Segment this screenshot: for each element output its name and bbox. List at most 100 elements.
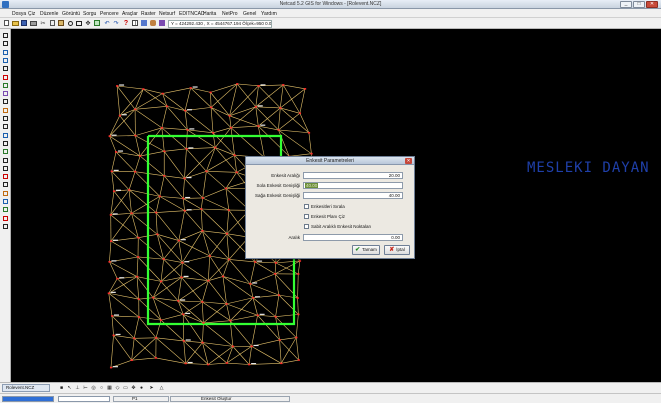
menu-item[interactable]: Harita xyxy=(203,11,216,17)
undo-icon[interactable]: ↶ xyxy=(103,19,111,27)
new-file-icon[interactable] xyxy=(2,19,10,27)
triangle-icon[interactable]: △ xyxy=(158,385,165,392)
menu-item[interactable]: Araçlar xyxy=(122,11,138,17)
database-icon[interactable] xyxy=(149,19,157,27)
grid-icon[interactable] xyxy=(131,19,139,27)
circle-tool-icon[interactable] xyxy=(1,57,10,64)
break-icon[interactable] xyxy=(1,173,10,180)
rectangle-icon[interactable]: ▭ xyxy=(122,385,129,392)
menu-item[interactable]: EDITNCAD xyxy=(179,11,205,17)
menu-item[interactable]: Çiz xyxy=(28,11,35,17)
snap-icon[interactable]: ⊥ xyxy=(74,385,81,392)
menu-item[interactable]: Netsurf xyxy=(159,11,175,17)
dialog-close-button[interactable]: ✕ xyxy=(405,158,412,164)
join-icon[interactable] xyxy=(1,181,10,188)
aralik-input[interactable]: 0.00 xyxy=(303,234,403,241)
paste-icon[interactable] xyxy=(57,19,65,27)
save-icon[interactable] xyxy=(20,19,28,27)
pan-icon[interactable]: ✥ xyxy=(84,19,92,27)
layer-icon[interactable] xyxy=(140,19,148,27)
minimize-button[interactable]: _ xyxy=(620,1,632,8)
zoom-icon[interactable] xyxy=(66,19,74,27)
trim-icon[interactable] xyxy=(1,115,10,122)
help-icon[interactable]: ? xyxy=(122,19,130,27)
arrow-icon[interactable]: ➤ xyxy=(148,385,155,392)
pointer-icon[interactable]: ↖ xyxy=(66,385,73,392)
menu-item[interactable]: Dosya xyxy=(12,11,26,17)
line-icon[interactable] xyxy=(1,32,10,39)
ok-button[interactable]: ✔ Tamam xyxy=(352,245,380,255)
rotate-icon[interactable] xyxy=(1,132,10,139)
erase-icon[interactable] xyxy=(1,215,10,222)
checkbox-box[interactable] xyxy=(304,214,309,220)
sabit-aralikli-checkbox[interactable]: Sabit Aralıklı Enkesit Noktaları xyxy=(304,224,371,231)
checkbox-box[interactable] xyxy=(304,204,309,210)
hatch-icon[interactable] xyxy=(1,90,10,97)
area-icon[interactable] xyxy=(1,206,10,213)
enkesit-plani-checkbox[interactable]: Enkesit Planı Çiz xyxy=(304,214,345,221)
point-label xyxy=(119,84,125,86)
menu-item[interactable]: Genel xyxy=(243,11,256,17)
sola-genislik-input[interactable]: 40.00 xyxy=(303,182,403,189)
zoom-window-icon[interactable] xyxy=(75,19,83,27)
print-icon[interactable] xyxy=(29,19,37,27)
copy-icon[interactable] xyxy=(48,19,56,27)
menu-item[interactable]: Görüntü xyxy=(62,11,80,17)
grid-snap-icon[interactable]: ▦ xyxy=(106,385,113,392)
target-icon[interactable]: ◎ xyxy=(90,385,97,392)
survey-point xyxy=(228,115,231,117)
open-folder-icon[interactable] xyxy=(11,19,19,27)
cut-icon[interactable]: ✂ xyxy=(39,19,47,27)
text-icon[interactable] xyxy=(1,65,10,72)
explode-icon-glyph xyxy=(3,190,8,196)
menu-item[interactable]: Raster xyxy=(141,11,156,17)
cross-icon: ✘ xyxy=(389,247,395,253)
enkesit-araligi-input[interactable]: 20.00 xyxy=(303,172,403,179)
offset-icon[interactable] xyxy=(1,107,10,114)
properties-icon[interactable] xyxy=(158,19,166,27)
ortho-icon[interactable]: ⊢ xyxy=(82,385,89,392)
mirror-icon[interactable] xyxy=(1,148,10,155)
survey-point xyxy=(201,341,204,344)
scale-icon[interactable] xyxy=(1,140,10,147)
select-icon[interactable] xyxy=(1,223,10,230)
fillet-icon[interactable] xyxy=(1,165,10,172)
menu-item[interactable]: Düzenle xyxy=(40,11,58,17)
point-icon[interactable] xyxy=(1,74,10,81)
redo-icon[interactable]: ↷ xyxy=(112,19,120,27)
stop-icon[interactable]: ■ xyxy=(58,385,65,392)
move-icon[interactable]: ✥ xyxy=(130,385,137,392)
menu-item[interactable]: Yardım xyxy=(261,11,277,17)
node-icon[interactable]: ◇ xyxy=(114,385,121,392)
menu-item[interactable]: NetPro xyxy=(222,11,238,17)
survey-point xyxy=(182,197,185,200)
saga-genislik-input[interactable]: 40.00 xyxy=(303,192,403,199)
survey-point xyxy=(152,296,155,299)
close-button[interactable]: ✕ xyxy=(646,1,658,8)
circle-icon[interactable]: ○ xyxy=(98,385,105,392)
checkbox-box[interactable] xyxy=(304,224,309,230)
polyline-icon[interactable] xyxy=(1,40,10,47)
extend-icon[interactable] xyxy=(1,123,10,130)
redraw-icon[interactable] xyxy=(93,19,101,27)
cancel-button-label: İptal xyxy=(396,247,405,252)
survey-point xyxy=(249,283,252,285)
survey-point xyxy=(183,209,186,212)
survey-point xyxy=(252,296,255,299)
measure-icon[interactable] xyxy=(1,198,10,205)
maximize-button[interactable]: □ xyxy=(633,1,645,8)
drawing-tab[interactable]: Rolevent.NCZ xyxy=(2,384,50,392)
dot-icon[interactable]: ● xyxy=(138,385,145,392)
menu-item[interactable]: Sorgu xyxy=(83,11,96,17)
dimension-icon[interactable] xyxy=(1,98,10,105)
symbol-icon[interactable] xyxy=(1,82,10,89)
enkesitleri-sirala-checkbox[interactable]: Enkesitleri Sırala xyxy=(304,204,345,211)
survey-point xyxy=(303,88,307,90)
array-icon[interactable] xyxy=(1,157,10,164)
arc-icon[interactable] xyxy=(1,49,10,56)
cancel-button[interactable]: ✘ İptal xyxy=(384,245,410,255)
area-icon-glyph xyxy=(3,207,8,213)
menu-item[interactable]: Pencere xyxy=(100,11,119,17)
explode-icon[interactable] xyxy=(1,190,10,197)
survey-point xyxy=(109,214,112,216)
